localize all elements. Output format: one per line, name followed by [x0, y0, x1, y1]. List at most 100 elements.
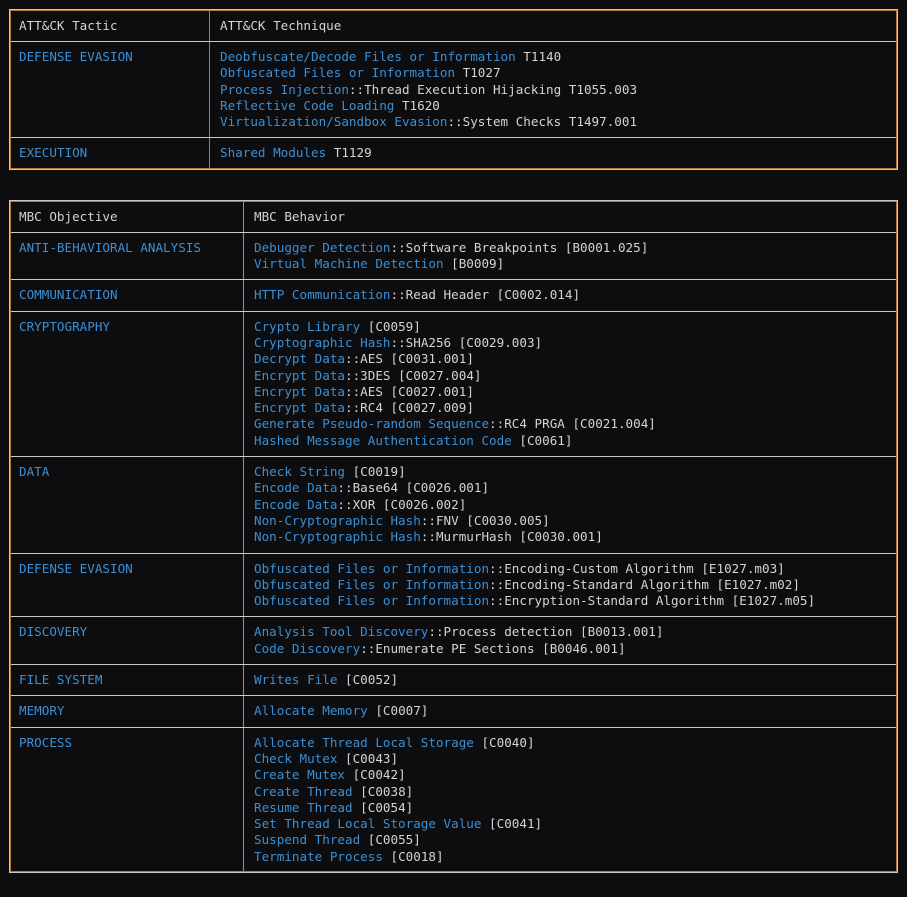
mbc-behavior-item: Check String [C0019]	[254, 464, 897, 480]
mbc-behavior-name: Allocate Thread Local Storage	[254, 734, 474, 750]
mbc-behavior-detail: ::AES [C0027.001]	[345, 383, 474, 399]
mbc-behavior-cell: Debugger Detection::Software Breakpoints…	[243, 231, 898, 281]
mbc-behavior-name: Cryptographic Hash	[254, 334, 391, 350]
mbc-behavior-item: Suspend Thread [C0055]	[254, 832, 897, 848]
mbc-behavior-cell: Analysis Tool Discovery::Process detecti…	[243, 616, 898, 666]
mbc-behavior-item: Analysis Tool Discovery::Process detecti…	[254, 624, 897, 640]
mbc-behavior-item: Non-Cryptographic Hash::FNV [C0030.005]	[254, 513, 897, 529]
mbc-objective: DISCOVERY	[9, 616, 244, 666]
mbc-behavior-name: Terminate Process	[254, 848, 383, 864]
mbc-objective-label: ANTI-BEHAVIORAL ANALYSIS	[19, 239, 201, 255]
attack-technique-detail: T1140	[515, 49, 562, 64]
attack-technique-name: Virtualization/Sandbox Evasion	[220, 114, 448, 130]
attack-technique-cell: Shared Modules T1129	[209, 137, 898, 170]
attack-table-body: DEFENSE EVASION Deobfuscate/Decode Files …	[9, 40, 898, 170]
mbc-behavior-item: Allocate Memory [C0007]	[254, 703, 897, 719]
mbc-behavior-detail: ::Read Header [C0002.014]	[390, 287, 581, 303]
mbc-behavior-name: Encrypt Data	[254, 367, 345, 383]
mbc-behavior-detail: [C0018]	[382, 848, 444, 864]
attack-table: ATT&CK Tactic ATT&CK Technique DEFENSE E…	[9, 9, 898, 170]
mbc-behavior-name: Debugger Detection	[254, 239, 391, 255]
attack-technique-item: Virtualization/Sandbox Evasion::System C…	[220, 114, 897, 130]
mbc-behavior-name: Non-Cryptographic Hash	[254, 512, 421, 528]
mbc-behavior-detail: ::Base64 [C0026.001]	[337, 480, 490, 496]
mbc-objective: PROCESS	[9, 726, 244, 873]
mbc-behavior-item: Encode Data::Base64 [C0026.001]	[254, 480, 897, 496]
mbc-behavior-item: Allocate Thread Local Storage [C0040]	[254, 735, 897, 751]
mbc-behavior-detail: [C0007]	[367, 703, 429, 719]
mbc-behavior-name: Obfuscated Files or Information	[254, 576, 490, 592]
mbc-behavior-name: Create Thread	[254, 783, 353, 799]
mbc-behavior-item: Code Discovery::Enumerate PE Sections [B…	[254, 641, 897, 657]
attack-technique-name: Reflective Code Loading	[220, 97, 395, 113]
mbc-behavior-detail: [C0041]	[481, 816, 543, 832]
mbc-behavior-name: Create Mutex	[254, 767, 345, 783]
attack-technique-item: Deobfuscate/Decode Files or Information …	[220, 49, 897, 65]
mbc-objective: ANTI-BEHAVIORAL ANALYSIS	[9, 231, 244, 281]
mbc-behavior-detail: ::FNV [C0030.005]	[420, 512, 550, 528]
mbc-table-header-row: MBC Objective MBC Behavior	[9, 199, 898, 233]
mbc-behavior-item: Encrypt Data::RC4 [C0027.009]	[254, 400, 897, 416]
mbc-behavior-detail: ::Process detection [B0013.001]	[428, 624, 664, 640]
attack-technique-detail: T1129	[326, 145, 372, 161]
table-row: COMMUNICATION HTTP Communication::Read He…	[9, 279, 898, 312]
mbc-behavior-name: Encrypt Data	[254, 383, 345, 399]
attack-technique-header: ATT&CK Technique	[209, 9, 898, 42]
mbc-behavior-item: Encrypt Data::3DES [C0027.004]	[254, 368, 897, 384]
mbc-behavior-cell: Obfuscated Files or Information::Encodin…	[243, 552, 898, 618]
mbc-objective: FILE SYSTEM	[9, 664, 244, 697]
attack-technique-item: Shared Modules T1129	[220, 145, 897, 161]
attack-technique-detail: T1620	[394, 97, 440, 113]
mbc-behavior-item: Encode Data::XOR [C0026.002]	[254, 497, 897, 513]
mbc-behavior-name: Generate Pseudo-random Sequence	[254, 416, 490, 432]
mbc-behavior-name: Set Thread Local Storage Value	[254, 816, 482, 832]
attack-technique-detail: T1027	[455, 65, 501, 81]
table-row: FILE SYSTEM Writes File [C0052]	[9, 664, 898, 697]
attack-tactic-label: EXECUTION	[19, 145, 88, 161]
mbc-behavior-detail: [B0009]	[443, 256, 505, 272]
mbc-table: MBC Objective MBC Behavior ANTI-BEHAVIOR…	[9, 199, 898, 873]
mbc-behavior-detail: [C0052]	[337, 672, 399, 688]
mbc-behavior-header: MBC Behavior	[243, 199, 898, 233]
mbc-behavior-detail: ::RC4 PRGA [C0021.004]	[489, 416, 656, 432]
mbc-objective-label: COMMUNICATION	[19, 287, 118, 303]
mbc-behavior-item: Create Mutex [C0042]	[254, 767, 897, 783]
mbc-behavior-detail: [C0019]	[345, 464, 406, 480]
mbc-behavior-item: Decrypt Data::AES [C0031.001]	[254, 351, 897, 367]
mbc-behavior-name: Encrypt Data	[254, 400, 345, 416]
mbc-behavior-item: Encrypt Data::AES [C0027.001]	[254, 384, 897, 400]
mbc-behavior-item: Virtual Machine Detection [B0009]	[254, 256, 897, 272]
mbc-behavior-detail: ::Enumerate PE Sections [B0046.001]	[360, 640, 626, 656]
mbc-behavior-cell: Allocate Thread Local Storage [C0040] Che…	[243, 726, 898, 873]
mbc-objective: CRYPTOGRAPHY	[9, 310, 244, 458]
mbc-behavior-cell: HTTP Communication::Read Header [C0002.0…	[243, 279, 898, 312]
mbc-behavior-detail: ::SHA256 [C0029.003]	[390, 334, 543, 350]
mbc-behavior-detail: ::Software Breakpoints [B0001.025]	[390, 239, 649, 255]
table-row: DEFENSE EVASION Obfuscated Files or Infor…	[9, 552, 898, 618]
mbc-behavior-item: Set Thread Local Storage Value [C0041]	[254, 816, 897, 832]
attack-technique-item: Obfuscated Files or Information T1027	[220, 65, 897, 81]
mbc-behavior-name: Encode Data	[254, 480, 338, 496]
mbc-objective-label: DATA	[19, 464, 50, 480]
mbc-objective: MEMORY	[9, 695, 244, 728]
mbc-behavior-name: Suspend Thread	[254, 832, 361, 848]
attack-technique-detail: ::System Checks T1497.001	[447, 114, 638, 130]
table-row: DATA Check String [C0019] Encode Data::Bas…	[9, 456, 898, 554]
attack-technique-item: Reflective Code Loading T1620	[220, 98, 897, 114]
mbc-behavior-detail: [C0055]	[360, 832, 421, 848]
table-row: ANTI-BEHAVIORAL ANALYSIS Debugger Detecti…	[9, 231, 898, 281]
mbc-behavior-detail: [C0040]	[473, 734, 535, 750]
mbc-objective-label: PROCESS	[19, 734, 73, 750]
mbc-objective-label: FILE SYSTEM	[19, 672, 103, 688]
mbc-behavior-item: Resume Thread [C0054]	[254, 800, 897, 816]
mbc-behavior-detail: ::Encoding-Custom Algorithm [E1027.m03]	[489, 560, 785, 576]
mbc-behavior-name: Crypto Library	[254, 318, 361, 334]
mbc-behavior-item: Obfuscated Files or Information::Encodin…	[254, 577, 897, 593]
attack-tactic-label: DEFENSE EVASION	[19, 49, 133, 64]
mbc-objective-header: MBC Objective	[9, 199, 244, 233]
mbc-behavior-cell: Allocate Memory [C0007]	[243, 695, 898, 728]
attack-technique-detail: ::Thread Execution Hijacking T1055.003	[348, 81, 638, 97]
attack-technique-name: Process Injection	[220, 81, 349, 97]
mbc-behavior-detail: [C0038]	[352, 783, 414, 799]
mbc-behavior-item: Obfuscated Files or Information::Encodin…	[254, 561, 897, 577]
